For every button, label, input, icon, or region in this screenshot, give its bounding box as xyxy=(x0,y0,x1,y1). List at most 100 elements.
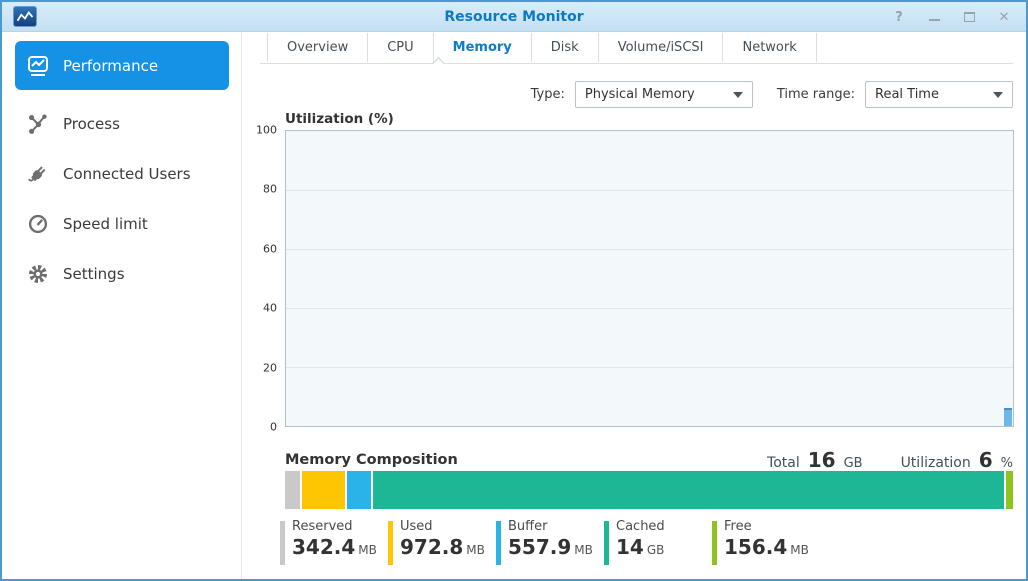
legend-color-chip xyxy=(388,521,393,565)
plug-icon xyxy=(26,162,50,186)
y-tick-label: 0 xyxy=(270,420,277,434)
chevron-down-icon xyxy=(732,91,743,98)
speedometer-icon xyxy=(26,212,50,236)
title-bar: Resource Monitor ? ✕ xyxy=(2,2,1026,32)
tab-network[interactable]: Network xyxy=(722,33,817,62)
y-tick-label: 100 xyxy=(256,123,277,137)
maximize-button[interactable] xyxy=(961,9,977,25)
maximize-icon xyxy=(963,12,975,22)
total-value: 16 xyxy=(807,448,836,472)
composition-segment-cached xyxy=(373,471,1005,509)
resource-monitor-window: Resource Monitor ? ✕ Performance Process… xyxy=(0,0,1028,581)
y-tick-label: 80 xyxy=(263,182,277,196)
legend-label: Used xyxy=(400,519,433,534)
utilization-unit: % xyxy=(1000,456,1013,471)
minimize-icon xyxy=(928,19,940,21)
sidebar-item-performance[interactable]: Performance xyxy=(15,41,229,90)
legend-label: Free xyxy=(724,519,752,534)
legend-value: 342.4 MB xyxy=(292,535,377,559)
main-content: Overview CPU Memory Disk Volume/iSCSI Ne… xyxy=(242,32,1026,579)
composition-legend: Reserved 342.4 MB Used 972.8 MB Buffer 557.9 MB C… xyxy=(280,519,820,565)
composition-title: Memory Composition xyxy=(285,452,458,468)
y-tick-label: 20 xyxy=(263,361,277,375)
legend-value: 557.9 MB xyxy=(508,535,593,559)
sidebar-item-label: Performance xyxy=(63,56,159,75)
minimize-button[interactable] xyxy=(926,9,942,25)
y-axis-ticks: 0 20 40 60 80 100 xyxy=(251,124,281,434)
gear-icon xyxy=(26,262,50,286)
legend-text: Buffer 557.9 MB xyxy=(508,519,593,565)
composition-segment-buffer xyxy=(346,471,372,509)
utilization-value: 6 xyxy=(978,448,993,472)
sidebar-item-label: Settings xyxy=(63,265,125,283)
tab-disk[interactable]: Disk xyxy=(530,33,598,62)
utilization-chart-title: Utilization (%) xyxy=(285,111,394,127)
process-icon xyxy=(26,112,50,136)
type-dropdown[interactable]: Physical Memory xyxy=(574,81,753,108)
legend-value: 156.4 MB xyxy=(724,535,809,559)
sidebar-item-settings[interactable]: Settings xyxy=(2,249,241,299)
gridline xyxy=(286,367,1013,368)
total-unit: GB xyxy=(843,456,863,471)
tab-volume-iscsi[interactable]: Volume/iSCSI xyxy=(597,33,723,62)
legend-value: 14 GB xyxy=(616,535,665,559)
gridline xyxy=(286,190,1013,191)
composition-bar xyxy=(285,471,1013,509)
legend-value: 972.8 MB xyxy=(400,535,485,559)
utilization-plot xyxy=(285,130,1014,427)
window-controls: ? ✕ xyxy=(891,2,1012,32)
composition-stats: Total 16 GB Utilization 6 % xyxy=(767,448,1013,472)
sidebar-item-process[interactable]: Process xyxy=(2,99,241,149)
legend-item-buffer: Buffer 557.9 MB xyxy=(496,519,604,565)
legend-color-chip xyxy=(604,521,609,565)
realtime-bar xyxy=(1004,408,1012,426)
legend-item-free: Free 156.4 MB xyxy=(712,519,820,565)
composition-segment-used xyxy=(302,471,345,509)
time-range-dropdown-value: Real Time xyxy=(875,87,939,102)
time-range-dropdown[interactable]: Real Time xyxy=(865,81,1013,108)
legend-unit: GB xyxy=(646,543,665,557)
tab-overview[interactable]: Overview xyxy=(267,33,367,62)
composition-segment-reserved xyxy=(285,471,301,509)
legend-item-used: Used 972.8 MB xyxy=(388,519,496,565)
tab-underline xyxy=(260,63,1013,64)
y-tick-label: 40 xyxy=(263,301,277,315)
legend-unit: MB xyxy=(790,543,809,557)
chevron-down-icon xyxy=(993,91,1003,98)
tab-bar: Overview CPU Memory Disk Volume/iSCSI Ne… xyxy=(267,32,817,63)
legend-unit: MB xyxy=(466,543,485,557)
y-tick-label: 60 xyxy=(263,242,277,256)
composition-header: Memory Composition Total 16 GB Utilizati… xyxy=(285,448,1013,472)
utilization-label: Utilization xyxy=(900,455,971,471)
window-title: Resource Monitor xyxy=(444,9,584,25)
time-range-label: Time range: xyxy=(776,87,855,102)
type-label: Type: xyxy=(530,87,565,102)
help-button[interactable]: ? xyxy=(891,9,907,25)
legend-unit: MB xyxy=(358,543,377,557)
tab-memory[interactable]: Memory xyxy=(432,33,531,62)
legend-text: Cached 14 GB xyxy=(616,519,665,565)
legend-text: Free 156.4 MB xyxy=(724,519,809,565)
sidebar: Performance Process Connected Users Spee… xyxy=(2,32,241,579)
performance-icon xyxy=(26,54,50,78)
legend-label: Cached xyxy=(616,519,665,534)
legend-label: Buffer xyxy=(508,519,548,534)
sidebar-item-label: Speed limit xyxy=(63,215,148,233)
gridline xyxy=(286,249,1013,250)
legend-item-reserved: Reserved 342.4 MB xyxy=(280,519,388,565)
legend-color-chip xyxy=(712,521,717,565)
sidebar-item-speed-limit[interactable]: Speed limit xyxy=(2,199,241,249)
legend-text: Reserved 342.4 MB xyxy=(292,519,377,565)
type-dropdown-value: Physical Memory xyxy=(584,87,695,102)
tab-cpu[interactable]: CPU xyxy=(367,33,432,62)
legend-unit: MB xyxy=(574,543,593,557)
legend-text: Used 972.8 MB xyxy=(400,519,485,565)
gridline xyxy=(286,308,1013,309)
legend-color-chip xyxy=(280,521,285,565)
close-button[interactable]: ✕ xyxy=(996,9,1012,25)
legend-color-chip xyxy=(496,521,501,565)
legend-item-cached: Cached 14 GB xyxy=(604,519,712,565)
composition-segment-free xyxy=(1006,471,1013,509)
sidebar-item-connected-users[interactable]: Connected Users xyxy=(2,149,241,199)
legend-label: Reserved xyxy=(292,519,353,534)
